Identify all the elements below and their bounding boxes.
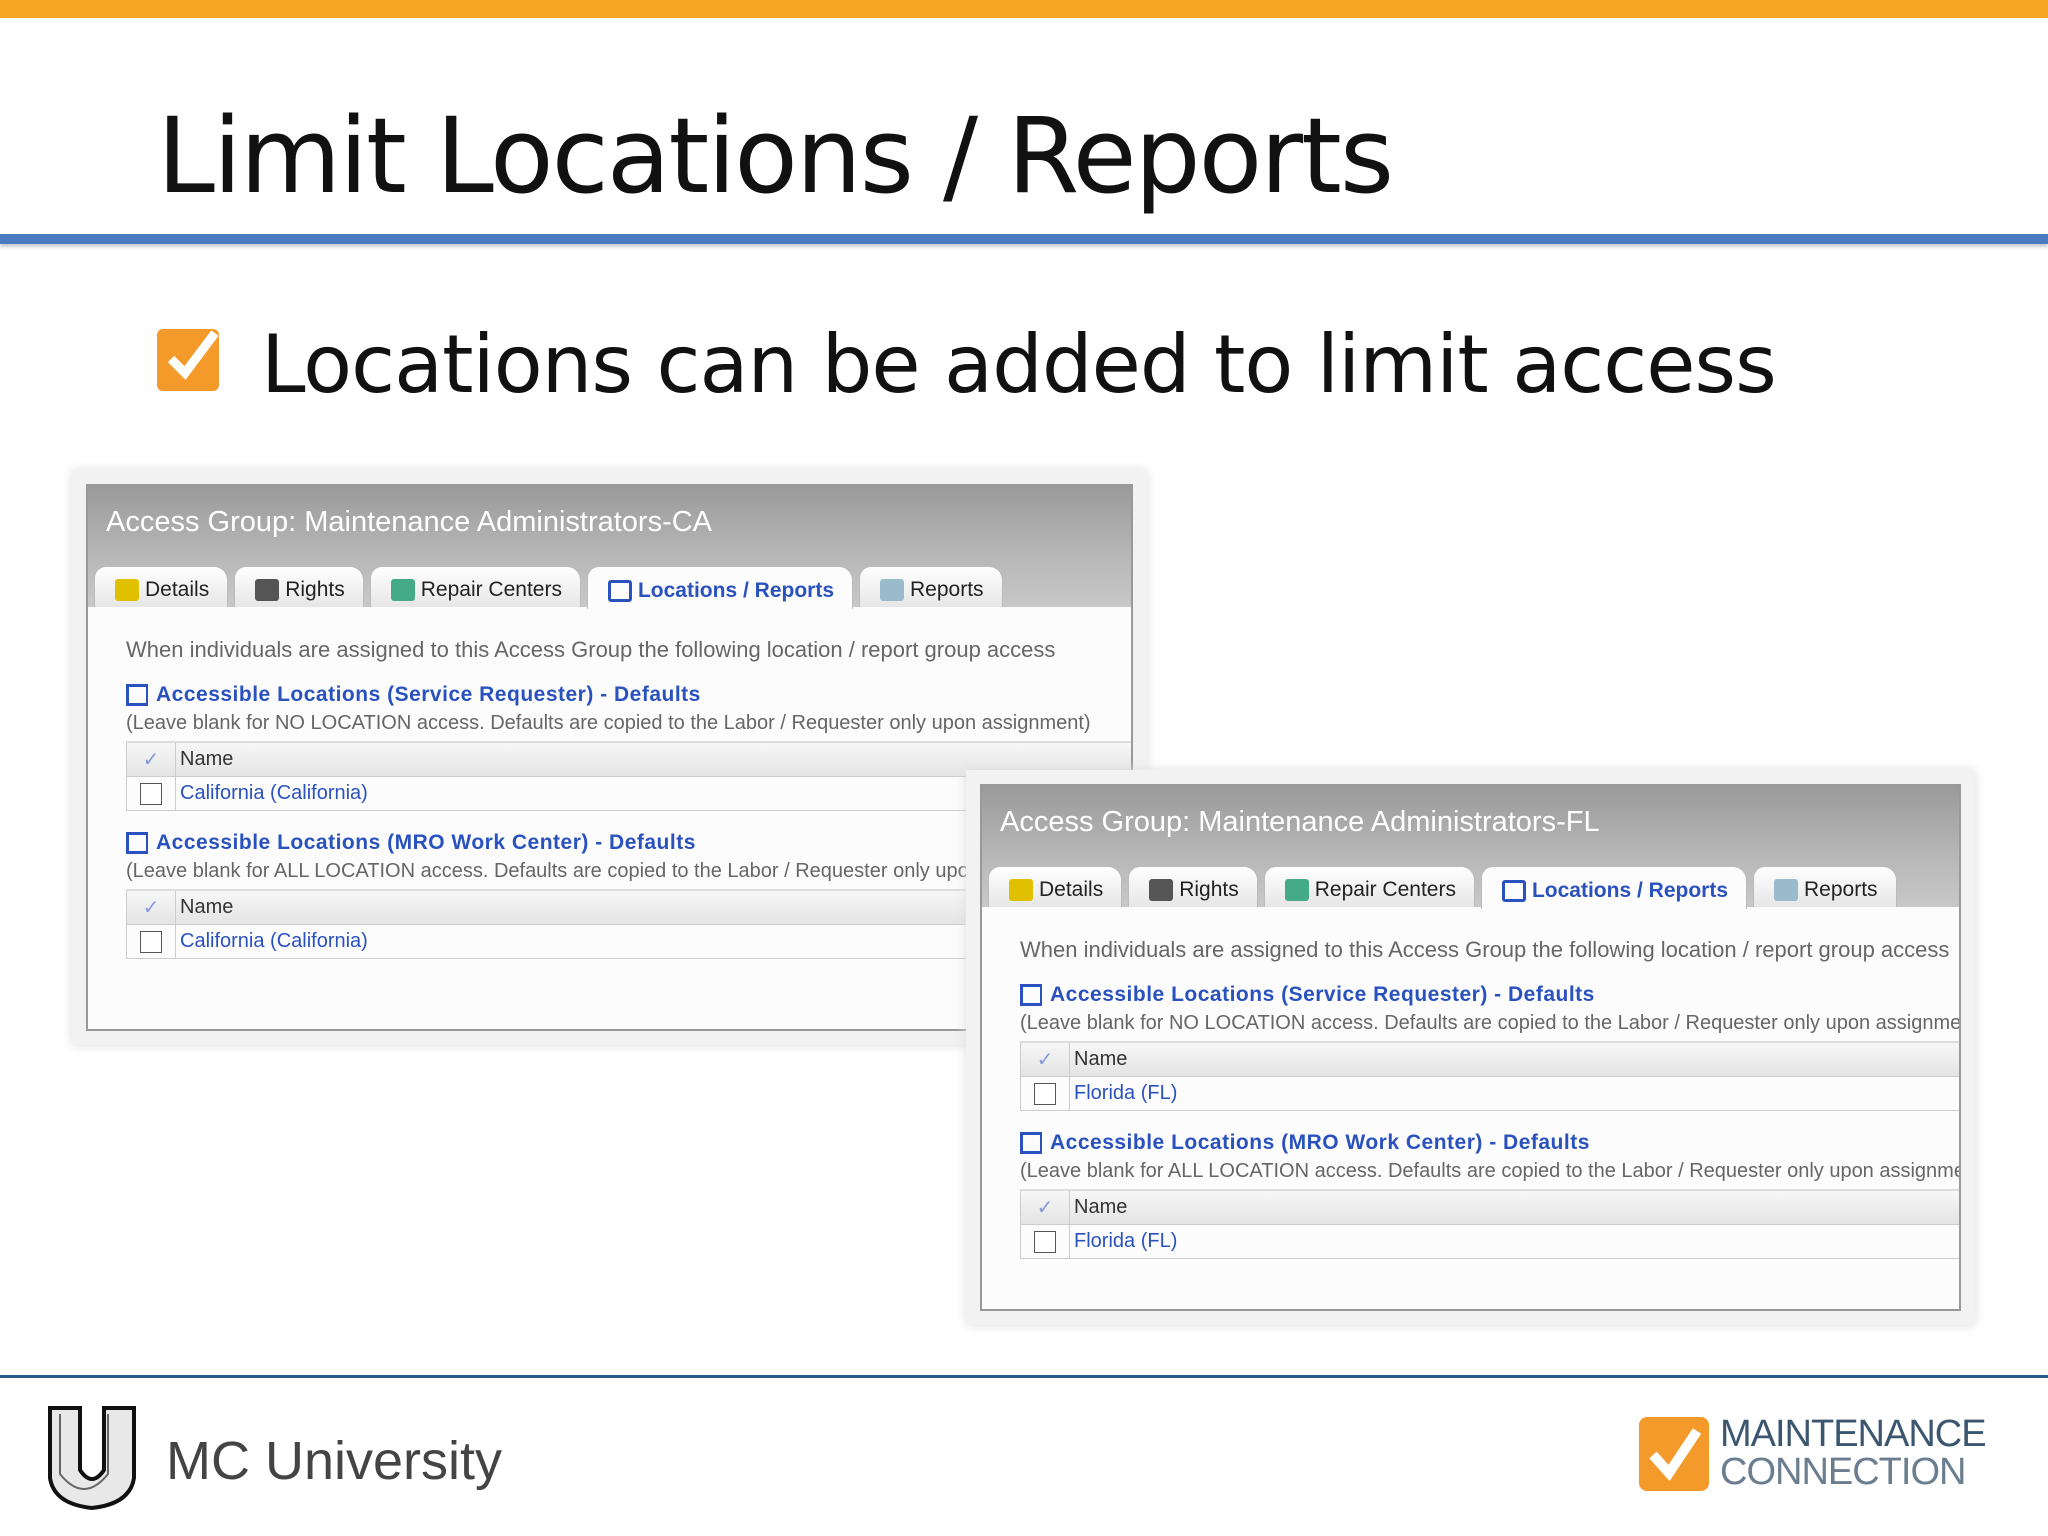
panel-header: Access Group: Maintenance Administrators… [88,486,1131,609]
section-note: (Leave blank for NO LOCATION access. Def… [1020,1012,1961,1034]
select-all-check-icon[interactable]: ✓ [1020,1191,1070,1224]
edit-list-icon[interactable] [1020,984,1042,1006]
clipboard-icon [255,579,280,601]
row-checkbox-cell [1020,1225,1070,1258]
section-link[interactable]: Accessible Locations (MRO Work Center) -… [1020,1131,1959,1155]
tab-reports[interactable]: Reports [1753,866,1897,907]
top-accent-bar [0,0,2048,18]
building-icon [390,579,415,601]
tab-label: Rights [285,578,345,601]
grid-header: ✓ Name [1020,1043,1959,1077]
panel-title: Access Group: Maintenance Administrators… [1000,806,1600,838]
column-header-name: Name [180,748,234,770]
select-all-check-icon[interactable]: ✓ [1020,1043,1070,1076]
tab-label: Reports [1804,878,1878,901]
tab-label: Repair Centers [1314,878,1456,901]
row-checkbox-cell [126,777,176,810]
tab-label: Locations / Reports [1531,879,1728,902]
tab-bar: Details Rights Repair Centers Locations / R… [988,866,1897,909]
section-link-label: Accessible Locations (MRO Work Center) -… [156,831,696,854]
row-checkbox[interactable] [140,782,162,805]
tab-rights[interactable]: Rights [1128,866,1258,907]
locations-grid: ✓ Name Florida (FL) [1020,1041,1959,1111]
locations-grid: ✓ Name Florida (FL) [1020,1189,1959,1259]
tab-details[interactable]: Details [94,566,229,607]
university-u-logo [46,1404,138,1511]
tab-reports[interactable]: Reports [859,566,1003,607]
section-link-label: Accessible Locations (Service Requester)… [1050,983,1595,1006]
tab-rights[interactable]: Rights [234,566,364,607]
key-icon [115,579,139,601]
maintenance-connection-brand: MAINTENANCE CONNECTION [1720,1413,1987,1493]
reports-icon [880,579,904,601]
tab-label: Details [1039,878,1104,901]
select-all-check-icon[interactable]: ✓ [126,743,176,776]
column-header-name: Name [180,896,234,918]
panel-body: When individuals are assigned to this Ac… [982,907,1959,1259]
brand-line-2: CONNECTION [1720,1451,1966,1493]
location-name-link[interactable]: California (California) [176,930,368,953]
tab-bar: Details Rights Repair Centers Locations / R… [94,566,1003,609]
key-icon [1009,879,1033,901]
section-note: (Leave blank for NO LOCATION access. Def… [126,712,1091,734]
locations-section: Accessible Locations (Service Requester)… [1020,983,1959,1111]
row-checkbox[interactable] [1034,1082,1056,1105]
slide-title: Limit Locations / Reports [157,95,1394,217]
reports-icon [1774,879,1798,901]
tab-locations-reports[interactable]: Locations / Reports [586,566,853,609]
grid-header: ✓ Name [1020,1191,1959,1225]
edit-list-icon[interactable] [126,832,148,854]
section-link-label: Accessible Locations (Service Requester)… [156,683,701,706]
table-row: Florida (FL) [1020,1225,1959,1259]
panel-header: Access Group: Maintenance Administrators… [982,786,1959,909]
location-icon [607,580,632,602]
location-name-link[interactable]: Florida (FL) [1070,1082,1177,1105]
tab-label: Rights [1179,878,1239,901]
select-all-check-icon[interactable]: ✓ [126,891,176,924]
panel-window: Access Group: Maintenance Administrators… [980,784,1961,1311]
row-checkbox[interactable] [140,930,162,953]
column-header-name: Name [1074,1048,1128,1070]
footer-university-name: MC University [166,1431,503,1491]
section-link[interactable]: Accessible Locations (Service Requester)… [1020,983,1959,1007]
building-icon [1284,879,1309,901]
table-row: Florida (FL) [1020,1077,1959,1111]
footer-divider [0,1375,2048,1378]
edit-list-icon[interactable] [1020,1132,1042,1154]
tab-details[interactable]: Details [988,866,1123,907]
column-header-name: Name [1074,1196,1128,1218]
tab-label: Details [145,578,210,601]
location-icon [1501,880,1526,902]
edit-list-icon[interactable] [126,684,148,706]
tab-label: Reports [910,578,984,601]
locations-section: Accessible Locations (MRO Work Center) -… [1020,1131,1959,1259]
row-checkbox-cell [1020,1077,1070,1110]
row-checkbox[interactable] [1034,1230,1056,1253]
row-checkbox-cell [126,925,176,958]
section-note: (Leave blank for ALL LOCATION access. De… [1020,1160,1961,1182]
intro-text: When individuals are assigned to this Ac… [126,637,1056,662]
tab-repair-centers[interactable]: Repair Centers [1263,866,1475,907]
tab-label: Locations / Reports [637,579,834,602]
tab-locations-reports[interactable]: Locations / Reports [1480,866,1747,909]
tab-repair-centers[interactable]: Repair Centers [369,566,581,607]
maintenance-connection-logo-icon [1639,1417,1709,1491]
location-name-link[interactable]: Florida (FL) [1070,1230,1177,1253]
intro-text: When individuals are assigned to this Ac… [1020,937,1950,962]
checkbox-checked-icon [157,329,219,391]
brand-line-1: MAINTENANCE [1720,1413,1987,1455]
section-link[interactable]: Accessible Locations (Service Requester)… [126,683,1131,707]
section-link-label: Accessible Locations (MRO Work Center) -… [1050,1131,1590,1154]
access-group-panel-fl: Access Group: Maintenance Administrators… [966,770,1975,1325]
location-name-link[interactable]: California (California) [176,782,368,805]
panel-title: Access Group: Maintenance Administrators… [106,506,713,538]
clipboard-icon [1149,879,1174,901]
bullet-text: Locations can be added to limit access [261,318,1777,411]
title-divider [0,234,2048,244]
tab-label: Repair Centers [420,578,562,601]
